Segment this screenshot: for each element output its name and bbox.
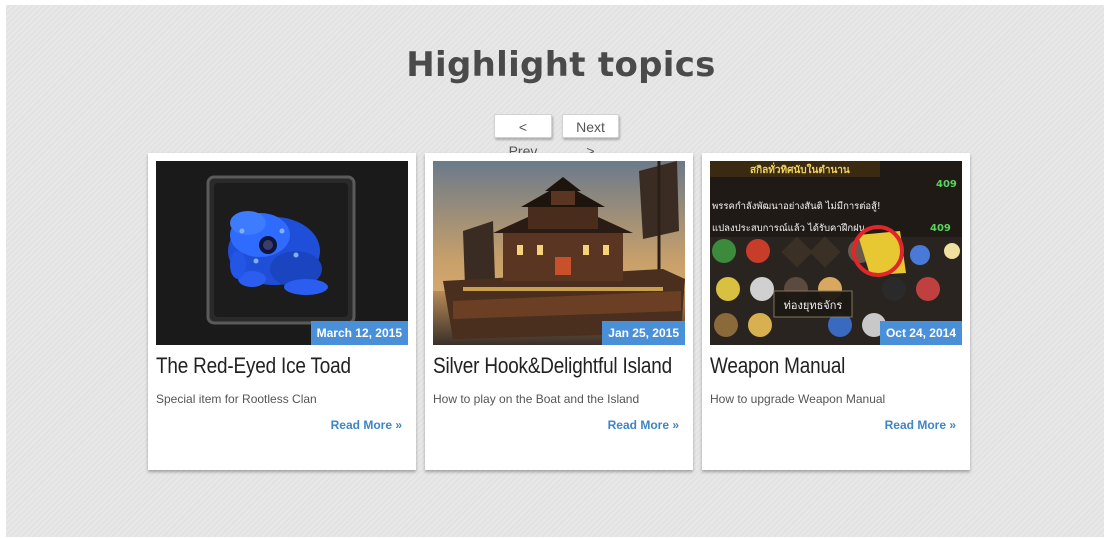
topic-card-3: สกิลทั่วทิศนับในตำนาน 409 พรรคกำลังพัฒนา… <box>702 153 970 470</box>
prev-button[interactable]: < Prev <box>494 114 552 159</box>
image-stat-2: 409 <box>930 223 951 234</box>
image-text-line2: พรรคกำลังพัฒนาอย่างสันติ ไม่มีการต่อสู้! <box>712 200 881 212</box>
image-tooltip: ท่องยุทธจักร <box>784 299 843 312</box>
read-more-link[interactable]: Read More » <box>331 418 402 432</box>
topic-description: Special item for Rootless Clan <box>156 392 317 406</box>
read-more-link[interactable]: Read More » <box>885 418 956 432</box>
date-badge: Oct 24, 2014 <box>879 321 962 345</box>
image-text-line3: แปลงประสบการณ์แล้ว ได้รับคาฝึกฝน <box>712 222 866 234</box>
topic-card-1: March 12, 2015 The Red-Eyed Ice Toad Spe… <box>148 153 416 470</box>
next-button[interactable]: Next > <box>562 114 619 159</box>
topic-card-2: Jan 25, 2015 Silver Hook&Delightful Isla… <box>425 153 693 470</box>
topic-image-weapon-manual[interactable]: สกิลทั่วทิศนับในตำนาน 409 พรรคกำลังพัฒนา… <box>710 161 962 345</box>
game-skill-menu-picture: สกิลทั่วทิศนับในตำนาน 409 พรรคกำลังพัฒนา… <box>710 161 962 345</box>
read-more-link[interactable]: Read More » <box>608 418 679 432</box>
image-stat-1: 409 <box>936 179 957 190</box>
highlight-topics-section: Highlight topics < Prev Next > March 12,… <box>6 5 1104 537</box>
topic-title[interactable]: Weapon Manual <box>710 353 930 379</box>
date-badge: Jan 25, 2015 <box>602 321 685 345</box>
section-title: Highlight topics <box>406 45 716 85</box>
topic-image-ice-toad[interactable]: March 12, 2015 <box>156 161 408 345</box>
topic-title[interactable]: The Red-Eyed Ice Toad <box>156 353 376 379</box>
image-text-line1: สกิลทั่วทิศนับในตำนาน <box>750 162 850 176</box>
topic-description: How to upgrade Weapon Manual <box>710 392 886 406</box>
topic-description: How to play on the Boat and the Island <box>433 392 640 406</box>
date-badge: March 12, 2015 <box>310 321 408 345</box>
topic-image-ship[interactable]: Jan 25, 2015 <box>433 161 685 345</box>
topic-title[interactable]: Silver Hook&Delightful Island <box>433 353 672 379</box>
junk-ship-picture <box>433 161 685 345</box>
blue-toad-picture <box>156 161 408 345</box>
